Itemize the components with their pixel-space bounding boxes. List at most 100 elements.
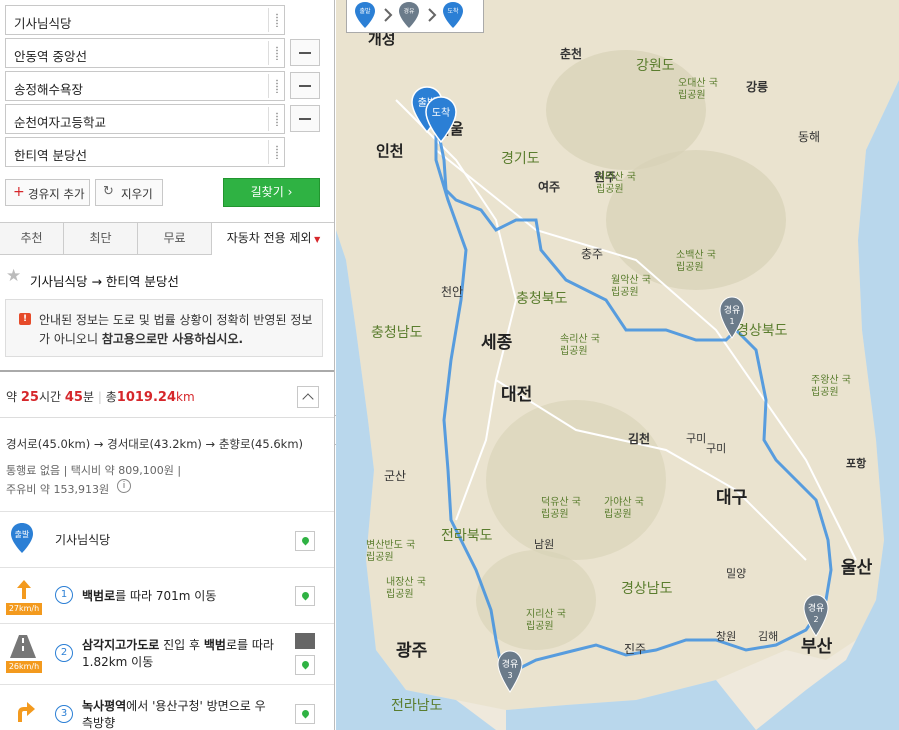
show-on-map-button[interactable] xyxy=(295,531,315,551)
waypoint-label: 한티역 분당선 xyxy=(14,148,87,163)
city-label[interactable]: 여주 xyxy=(538,178,560,195)
park-label[interactable]: 월악산 국립공원 xyxy=(611,275,651,299)
waypoint-label: 송정해수욕장 xyxy=(14,82,84,97)
park-label[interactable]: 지리산 국립공원 xyxy=(526,609,566,633)
remove-waypoint-button[interactable] xyxy=(290,105,320,132)
park-label[interactable]: 변산반도 국립공원 xyxy=(366,540,416,564)
chevron-right-icon: › xyxy=(287,185,293,199)
step-number: 3 xyxy=(55,705,73,723)
via-marker-3[interactable]: 경유 3 xyxy=(496,650,524,694)
tab-label: 추천 xyxy=(20,231,43,245)
drag-handle-icon[interactable] xyxy=(268,74,284,98)
city-label[interactable]: 동해 xyxy=(798,128,820,145)
star-icon[interactable]: ★ xyxy=(6,266,21,286)
city-label[interactable]: 진주 xyxy=(624,640,646,657)
summary-total-label: 총 xyxy=(105,390,117,404)
search-route-label: 길찾기 xyxy=(250,185,284,199)
step-number: 1 xyxy=(55,586,73,604)
add-waypoint-button[interactable]: + 경유지 추가 xyxy=(5,179,90,206)
park-label[interactable]: 가야산 국립공원 xyxy=(604,497,644,521)
province-label[interactable]: 충청북도 xyxy=(516,288,568,308)
summary-hours: 25 xyxy=(20,390,39,405)
legend-graphic: 출발 경유 도착 xyxy=(355,2,463,28)
mountain-area xyxy=(486,400,666,560)
city-label[interactable]: 인천 xyxy=(376,140,404,161)
turn-right-arrow-icon xyxy=(18,702,35,722)
city-label[interactable]: 구미 xyxy=(686,430,706,446)
city-label[interactable]: 군산 xyxy=(384,467,406,484)
city-label[interactable]: 대구 xyxy=(716,483,747,508)
waypoint-field-2[interactable]: 송정해수욕장 xyxy=(5,71,285,101)
drag-handle-icon[interactable] xyxy=(268,107,284,131)
info-icon[interactable]: i xyxy=(117,479,131,493)
province-label[interactable]: 전라남도 xyxy=(391,695,443,715)
disclaimer-bold: 참고용으로만 사용하십시오. xyxy=(101,332,244,346)
remove-waypoint-button[interactable] xyxy=(290,39,320,66)
city-label[interactable]: 포항 xyxy=(846,455,866,471)
city-label[interactable]: 충주 xyxy=(581,245,603,262)
tab-free[interactable]: 무료 xyxy=(138,223,212,254)
province-label[interactable]: 경상남도 xyxy=(621,578,673,598)
park-label[interactable]: 속리산 국립공원 xyxy=(560,334,600,358)
park-label[interactable]: 소백산 국립공원 xyxy=(676,250,716,274)
park-label[interactable]: 내장산 국립공원 xyxy=(386,577,426,601)
end-marker[interactable]: 도착 xyxy=(424,96,458,144)
city-label[interactable]: 창원 xyxy=(716,628,736,644)
step-text: 삼각지고가도로 진입 후 백범로를 따라 1.82km 이동 xyxy=(82,637,282,671)
city-label[interactable]: 광주 xyxy=(396,636,427,661)
waypoint-field-1[interactable]: 안동역 중앙선 xyxy=(5,38,285,68)
tab-exclude-motorway[interactable]: 자동차 전용 제외 ▼ xyxy=(212,223,334,255)
show-on-map-button[interactable] xyxy=(295,704,315,724)
city-label[interactable]: 밀양 xyxy=(726,565,746,581)
drag-handle-icon[interactable] xyxy=(268,140,284,164)
drag-handle-icon[interactable] xyxy=(268,8,284,32)
city-label[interactable]: 남원 xyxy=(534,536,554,552)
province-label[interactable]: 강원도 xyxy=(636,55,675,75)
route-step[interactable]: 26km/h 2 삼각지고가도로 진입 후 백범로를 따라 1.82km 이동 xyxy=(0,623,334,684)
park-label[interactable]: 주왕산 국립공원 xyxy=(811,375,851,399)
start-marker-icon: 출발 xyxy=(11,523,33,553)
city-label[interactable]: 김해 xyxy=(758,628,778,644)
city-label[interactable]: 천안 xyxy=(441,283,463,300)
clear-label: 지우기 xyxy=(121,187,153,201)
show-on-map-button[interactable] xyxy=(295,655,315,675)
warning-icon: ! xyxy=(19,313,31,325)
waypoint-field-start[interactable]: 기사님식당 xyxy=(5,5,285,35)
city-label[interactable]: 울산 xyxy=(841,553,872,578)
city-label[interactable]: 세종 xyxy=(481,328,512,353)
waypoint-field-end[interactable]: 한티역 분당선 xyxy=(5,137,285,167)
camera-icon[interactable] xyxy=(295,633,315,649)
via-marker-1[interactable]: 경유 1 xyxy=(718,296,746,340)
park-label[interactable]: 치악산 국립공원 xyxy=(596,172,636,196)
city-label[interactable]: 춘천 xyxy=(560,45,582,62)
route-step[interactable]: 3 녹사평역에서 '용산구청' 방면으로 우측방향 xyxy=(0,684,334,730)
remove-waypoint-button[interactable] xyxy=(290,72,320,99)
province-label[interactable]: 충청남도 xyxy=(371,322,423,342)
legend-start: 출발 xyxy=(359,7,371,15)
clear-button[interactable]: ↻ 지우기 xyxy=(95,179,163,206)
search-route-button[interactable]: 길찾기 › xyxy=(223,178,320,207)
park-label[interactable]: 덕유산 국립공원 xyxy=(541,497,581,521)
tab-shortest[interactable]: 최단 xyxy=(64,223,138,254)
main-roads: 경서로(45.0km) → 경서대로(43.2km) → 춘향로(45.6km) xyxy=(6,437,304,451)
tab-recommended[interactable]: 추천 xyxy=(0,223,64,254)
drag-handle-icon[interactable] xyxy=(268,41,284,65)
collapse-summary-button[interactable] xyxy=(297,386,319,408)
map-view[interactable]: 개성 인천 서울 경기도 강원도 춘천 강릉 동해 여주 원주 충청북도 충청남… xyxy=(336,0,899,730)
province-label[interactable]: 전라북도 xyxy=(441,525,493,545)
summary-prefix: 약 xyxy=(6,390,18,404)
city-label[interactable]: 대전 xyxy=(501,380,532,405)
city-label[interactable]: 강릉 xyxy=(746,78,768,95)
route-step[interactable]: 27km/h 1 백범로를 따라 701m 이동 xyxy=(0,567,334,623)
park-label[interactable]: 오대산 국립공원 xyxy=(678,78,718,102)
waypoint-field-3[interactable]: 순천여자고등학교 xyxy=(5,104,285,134)
step-road: 백범 xyxy=(203,638,226,652)
via-marker-2[interactable]: 경유 2 xyxy=(802,594,830,638)
province-label[interactable]: 경기도 xyxy=(501,148,540,168)
waypoint-label: 기사님식당 xyxy=(14,16,72,31)
city-label[interactable]: 구미 xyxy=(706,440,726,456)
city-label[interactable]: 김천 xyxy=(628,430,650,447)
route-step-start[interactable]: 출발 기사님식당 xyxy=(0,511,334,567)
end-marker-label: 도착 xyxy=(432,107,450,119)
show-on-map-button[interactable] xyxy=(295,586,315,606)
